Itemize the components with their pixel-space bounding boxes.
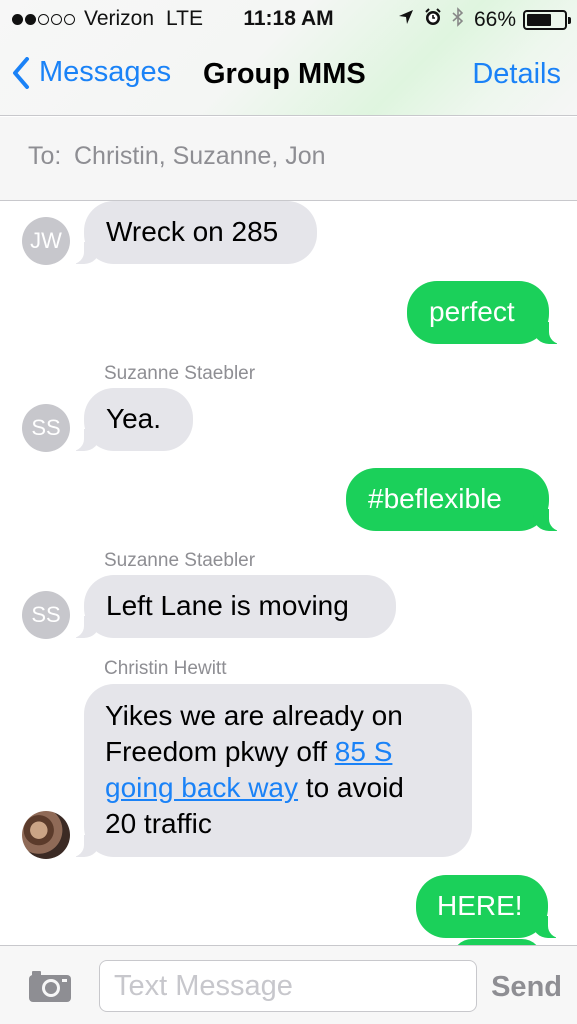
status-right: 66% <box>398 7 571 33</box>
avatar[interactable]: SS <box>22 591 70 639</box>
camera-button[interactable] <box>26 968 74 1009</box>
back-button-label: Messages <box>39 56 172 88</box>
navigation-bar: Messages Group MMS Details <box>0 38 577 116</box>
location-arrow-icon <box>398 9 414 31</box>
battery-percent: 66% <box>473 8 516 31</box>
bluetooth-icon <box>452 7 464 33</box>
message-text: perfect <box>429 296 515 327</box>
message-line: going back way to avoid <box>105 770 472 806</box>
top-bar: Verizon LTE 11:18 AM 66% Messages Group … <box>0 0 577 116</box>
message-text: Wreck on 285 <box>106 216 279 247</box>
avatar[interactable]: SS <box>22 404 70 452</box>
sender-name: Christin Hewitt <box>104 658 227 679</box>
message-text: Yikes we are already on Freedom pkwy off… <box>105 698 472 842</box>
message-text: #beflexible <box>368 483 502 514</box>
battery-fill <box>527 14 551 26</box>
to-label: To: <box>28 142 62 170</box>
map-link[interactable]: going back way <box>105 772 298 803</box>
camera-icon <box>29 971 71 1002</box>
sender-name: Suzanne Staebler <box>104 363 256 384</box>
message-text-segment: to avoid <box>298 772 404 803</box>
recipient-names[interactable]: Christin, Suzanne, Jon <box>74 142 326 171</box>
battery-icon <box>523 10 571 30</box>
incoming-message-bubble[interactable]: Wreck on 285 <box>70 201 317 264</box>
message-text: Left Lane is moving <box>106 590 349 621</box>
message-line: 20 traffic <box>105 808 212 839</box>
message-input-bar: Send <box>0 945 577 1024</box>
avatar[interactable]: JW <box>22 217 70 265</box>
incoming-message-bubble[interactable]: Left Lane is moving <box>70 575 396 638</box>
alarm-icon <box>424 8 442 32</box>
recipients-bar[interactable]: To: Christin, Suzanne, Jon <box>0 117 577 201</box>
back-button[interactable]: Messages <box>12 56 171 89</box>
conversation-title: Group MMS <box>203 58 366 90</box>
send-button[interactable]: Send <box>491 971 562 1004</box>
message-text: Yea. <box>106 403 162 434</box>
avatar-photo[interactable] <box>22 811 70 859</box>
outgoing-message-bubble[interactable]: #beflexible <box>346 468 563 531</box>
sender-name: Suzanne Staebler <box>104 550 256 571</box>
outgoing-message-bubble[interactable]: HERE! <box>416 875 562 938</box>
message-line: Freedom pkwy off 85 S <box>105 734 472 770</box>
incoming-message-bubble[interactable]: Yikes we are already on Freedom pkwy off… <box>70 684 472 857</box>
status-bar: Verizon LTE 11:18 AM 66% <box>0 0 577 38</box>
message-line: Yikes we are already on <box>105 700 403 731</box>
outgoing-message-bubble[interactable]: perfect <box>407 281 563 344</box>
details-button[interactable]: Details <box>472 58 561 91</box>
chevron-left-icon <box>13 56 29 89</box>
message-text-segment: Freedom pkwy off <box>105 736 335 767</box>
message-text: HERE! <box>437 890 523 921</box>
map-link[interactable]: 85 S <box>335 736 393 767</box>
incoming-message-bubble[interactable]: Yea. <box>70 388 193 451</box>
conversation-transcript[interactable]: JW Wreck on 285 perfect Suzanne Staebler… <box>0 201 577 945</box>
message-input[interactable] <box>99 960 477 1012</box>
